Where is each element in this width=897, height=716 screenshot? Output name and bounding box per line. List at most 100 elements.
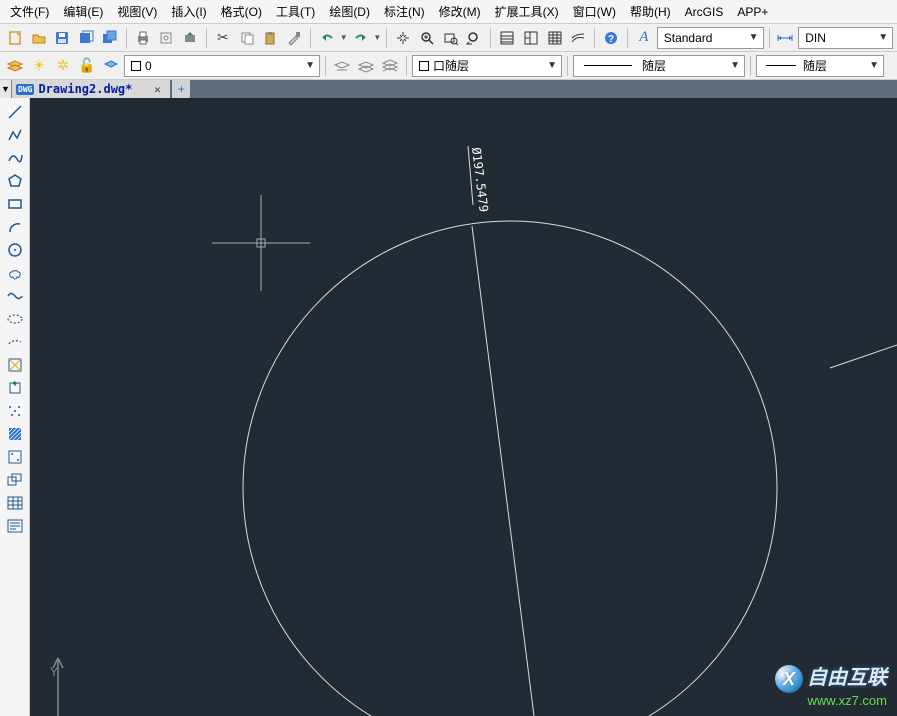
pan-button[interactable]	[392, 27, 414, 49]
sheetset-button[interactable]	[568, 27, 590, 49]
saveall-button[interactable]	[99, 27, 121, 49]
toolpalette-button[interactable]	[544, 27, 566, 49]
paste-button[interactable]	[259, 27, 281, 49]
cut-button[interactable]: ✂	[212, 27, 234, 49]
menu-file[interactable]: 文件(F)	[6, 1, 53, 22]
layer-previous-button[interactable]	[331, 55, 353, 77]
draw-toolbar	[0, 98, 30, 716]
layer-color-icon[interactable]	[100, 55, 122, 77]
copy-button[interactable]	[236, 27, 258, 49]
arc-tool[interactable]	[4, 216, 26, 238]
separator	[594, 28, 595, 48]
redo-button[interactable]	[350, 27, 372, 49]
point-tool[interactable]	[4, 400, 26, 422]
undo-dropdown[interactable]: ▼	[340, 33, 348, 42]
dimstyle-select[interactable]: DIN ▼	[798, 27, 893, 49]
menu-arcgis[interactable]: ArcGIS	[681, 3, 728, 21]
menu-view[interactable]: 视图(V)	[113, 1, 161, 22]
properties-button[interactable]	[496, 27, 518, 49]
menu-bar: 文件(F) 编辑(E) 视图(V) 插入(I) 格式(O) 工具(T) 绘图(D…	[0, 0, 897, 24]
textstyle-icon[interactable]: A	[633, 27, 655, 49]
gradient-tool[interactable]	[4, 446, 26, 468]
chevron-down-icon: ▼	[547, 60, 557, 71]
linetype-value: 随层	[642, 57, 666, 74]
block-tool[interactable]	[4, 354, 26, 376]
document-tabstrip: ▼ DWG Drawing2.dwg* ✕ +	[0, 80, 897, 98]
lineweight-select[interactable]: 随层 ▼	[756, 55, 884, 77]
plot-preview-button[interactable]	[155, 27, 177, 49]
print-button[interactable]	[132, 27, 154, 49]
separator	[126, 28, 127, 48]
close-tab-button[interactable]: ✕	[150, 82, 164, 96]
layer-freeze-icon[interactable]: ✲	[52, 55, 74, 77]
menu-edit[interactable]: 编辑(E)	[59, 1, 107, 22]
menu-ext[interactable]: 扩展工具(X)	[491, 1, 563, 22]
saveas-button[interactable]	[75, 27, 97, 49]
circle-tool[interactable]	[4, 239, 26, 261]
zoom-realtime-button[interactable]	[416, 27, 438, 49]
region-tool[interactable]	[4, 469, 26, 491]
menu-app[interactable]: APP+	[733, 3, 772, 21]
lineweight-value: 随层	[803, 57, 827, 74]
dimstyle-icon[interactable]	[774, 27, 796, 49]
designcenter-button[interactable]	[520, 27, 542, 49]
spline-tool[interactable]	[4, 147, 26, 169]
matchprop-button[interactable]	[283, 27, 305, 49]
tab-menu-button[interactable]: ▼	[0, 80, 12, 98]
separator	[386, 28, 387, 48]
zoom-previous-button[interactable]	[464, 27, 486, 49]
rectangle-tool[interactable]	[4, 193, 26, 215]
layer-on-icon[interactable]: ☀	[28, 55, 50, 77]
menu-help[interactable]: 帮助(H)	[626, 1, 675, 22]
redo-dropdown[interactable]: ▼	[373, 33, 381, 42]
toolbar-standard: ✂ ▼ ▼ ? A Standard ▼ DIN ▼	[0, 24, 897, 52]
hatch-tool[interactable]	[4, 423, 26, 445]
publish-button[interactable]	[179, 27, 201, 49]
menu-tool[interactable]: 工具(T)	[272, 1, 319, 22]
new-tab-button[interactable]: +	[172, 80, 190, 98]
menu-annotate[interactable]: 标注(N)	[380, 1, 429, 22]
save-button[interactable]	[52, 27, 74, 49]
zoom-window-button[interactable]	[440, 27, 462, 49]
undo-button[interactable]	[316, 27, 338, 49]
layermatch-button[interactable]	[355, 55, 377, 77]
mtext-tool[interactable]	[4, 515, 26, 537]
polyline-tool[interactable]	[4, 124, 26, 146]
line-tool[interactable]	[4, 101, 26, 123]
chevron-down-icon: ▼	[730, 60, 740, 71]
donut-tool[interactable]	[4, 285, 26, 307]
menu-insert[interactable]: 插入(I)	[167, 1, 210, 22]
svg-text:Y: Y	[50, 665, 58, 679]
menu-modify[interactable]: 修改(M)	[435, 1, 485, 22]
ellipse-tool[interactable]	[4, 308, 26, 330]
open-doc-button[interactable]	[28, 27, 50, 49]
layer-name: 0	[145, 59, 152, 73]
menu-draw[interactable]: 绘图(D)	[325, 1, 374, 22]
help-button[interactable]: ?	[600, 27, 622, 49]
drawing-canvas[interactable]: Ø197.5479 Y X自由互联 www.xz7.com	[30, 98, 897, 716]
drawn-circle	[243, 221, 777, 716]
menu-window[interactable]: 窗口(W)	[569, 1, 620, 22]
layer-lock-icon[interactable]: 🔓	[76, 55, 98, 77]
menu-format[interactable]: 格式(O)	[217, 1, 266, 22]
revcloud-tool[interactable]	[4, 262, 26, 284]
new-doc-button[interactable]	[4, 27, 26, 49]
layer-select[interactable]: 0 ▼	[124, 55, 320, 77]
color-swatch	[419, 61, 429, 71]
ellipsearc-tool[interactable]	[4, 331, 26, 353]
document-tab-active[interactable]: DWG Drawing2.dwg* ✕	[12, 80, 170, 98]
linetype-select[interactable]: 随层 ▼	[573, 55, 745, 77]
linetype-preview	[580, 65, 636, 66]
separator	[769, 28, 770, 48]
insertblock-tool[interactable]	[4, 377, 26, 399]
chevron-down-icon: ▼	[305, 60, 315, 71]
table-tool[interactable]	[4, 492, 26, 514]
textstyle-select[interactable]: Standard ▼	[657, 27, 764, 49]
layerprops-button[interactable]	[4, 55, 26, 77]
polygon-tool[interactable]	[4, 170, 26, 192]
layeriso-button[interactable]	[379, 55, 401, 77]
separator	[206, 28, 207, 48]
color-select[interactable]: 口随层 ▼	[412, 55, 562, 77]
separator	[750, 56, 751, 76]
separator	[406, 56, 407, 76]
